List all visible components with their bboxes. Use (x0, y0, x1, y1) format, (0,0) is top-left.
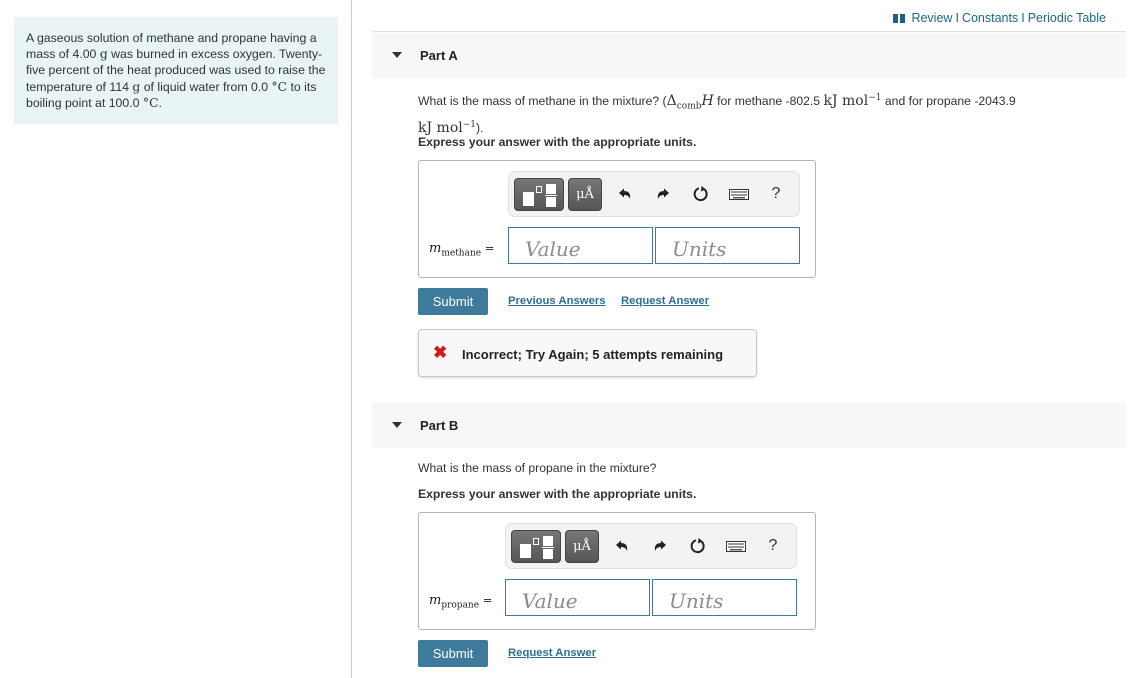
equals-sign: = (481, 241, 495, 255)
subscript-comb: comb (676, 101, 702, 112)
undo-icon[interactable] (615, 184, 635, 204)
constants-link[interactable]: Constants (962, 11, 1018, 25)
undo-icon[interactable] (612, 536, 632, 556)
templates-icon-part (546, 184, 556, 194)
variable-m: m (429, 593, 442, 608)
templates-icon-part (543, 549, 553, 559)
redo-icon[interactable] (653, 184, 673, 204)
value-input[interactable] (508, 227, 653, 264)
unit-kj-mol: kJ mol (418, 119, 463, 136)
unit-celsius: °C (271, 79, 288, 94)
problem-statement: A gaseous solution of methane and propan… (14, 17, 338, 124)
variable-label: mpropane = (429, 593, 492, 610)
part-b-header[interactable]: Part B (372, 403, 1126, 448)
value-input[interactable] (505, 579, 650, 616)
equals-sign: = (479, 593, 493, 607)
part-a-title: Part A (420, 48, 458, 63)
collapse-triangle-icon[interactable] (392, 52, 402, 58)
variable-subscript: propane (441, 600, 480, 611)
part-b-title: Part B (420, 418, 459, 433)
book-icon (893, 13, 906, 23)
math-toolbar: μÅ ? (508, 171, 800, 217)
part-b-question: What is the mass of propane in the mixtu… (418, 461, 657, 475)
feedback-text: Incorrect; Try Again; 5 attempts remaini… (462, 347, 724, 362)
request-answer-link[interactable]: Request Answer (508, 647, 596, 659)
units-input[interactable] (652, 579, 797, 616)
problem-text: of liquid water from 0.0 (140, 79, 272, 94)
top-bar: Review I Constants I Periodic Table (372, 0, 1126, 32)
templates-icon-part (536, 186, 542, 193)
help-button[interactable]: ? (766, 184, 786, 204)
enthalpy-symbol: H (701, 93, 714, 110)
feedback-message: ✖ Incorrect; Try Again; 5 attempts remai… (418, 329, 757, 377)
part-a-answer-box: μÅ ? mmethane = (418, 160, 816, 278)
exponent: −1 (868, 93, 882, 103)
part-a-question: What is the mass of methane in the mixtu… (418, 89, 1078, 137)
templates-button[interactable] (514, 178, 564, 211)
previous-answers-link[interactable]: Previous Answers (508, 295, 606, 307)
templates-button[interactable] (511, 530, 561, 563)
request-answer-link[interactable]: Request Answer (621, 295, 709, 307)
templates-icon (523, 192, 534, 206)
exponent: −1 (462, 119, 477, 130)
keyboard-icon[interactable] (726, 536, 746, 556)
templates-icon-part (533, 538, 539, 545)
templates-icon-part (543, 536, 553, 546)
unit-g: g (99, 47, 108, 62)
templates-icon-part (542, 547, 554, 548)
question-text: ). (476, 120, 484, 135)
collapse-triangle-icon[interactable] (392, 422, 402, 428)
review-link[interactable]: Review (911, 11, 952, 25)
part-b-instruction: Express your answer with the appropriate… (418, 487, 697, 501)
part-a-header[interactable]: Part A (372, 33, 1126, 78)
keyboard-icon[interactable] (729, 184, 749, 204)
variable-subscript: methane (441, 248, 482, 259)
math-toolbar: μÅ ? (505, 523, 797, 569)
part-b-submit-button[interactable]: Submit (418, 640, 488, 667)
separator: I (955, 11, 959, 25)
units-input[interactable] (655, 227, 800, 264)
help-button[interactable]: ? (763, 536, 783, 556)
variable-m: m (429, 241, 442, 256)
separator: I (1021, 11, 1025, 25)
part-b-answer-box: μÅ ? mpropane = (418, 512, 816, 630)
unit-celsius: °C (142, 95, 159, 110)
redo-icon[interactable] (650, 536, 670, 556)
periodic-table-link[interactable]: Periodic Table (1028, 11, 1106, 25)
part-a-instruction: Express your answer with the appropriate… (418, 135, 697, 149)
error-x-icon: ✖ (433, 343, 448, 362)
delta-symbol: Δ (666, 93, 677, 110)
templates-icon-part (546, 197, 556, 207)
unit-kj-mol: kJ mol (823, 93, 869, 110)
question-text: and for propane -2043.9 (881, 94, 1016, 109)
reset-icon[interactable] (688, 536, 708, 556)
templates-icon (520, 544, 531, 558)
reset-icon[interactable] (691, 184, 711, 204)
problem-text: . (158, 95, 162, 110)
part-a-submit-button[interactable]: Submit (418, 288, 488, 315)
panel-divider (351, 0, 352, 678)
units-button[interactable]: μÅ (568, 178, 602, 211)
templates-icon-part (545, 195, 557, 196)
variable-label: mmethane = (429, 241, 494, 258)
units-button[interactable]: μÅ (565, 530, 599, 563)
question-text: What is the mass of methane in the mixtu… (418, 94, 667, 109)
resource-links: Review I Constants I Periodic Table (893, 11, 1106, 25)
question-text: for methane -802.5 (713, 94, 824, 109)
